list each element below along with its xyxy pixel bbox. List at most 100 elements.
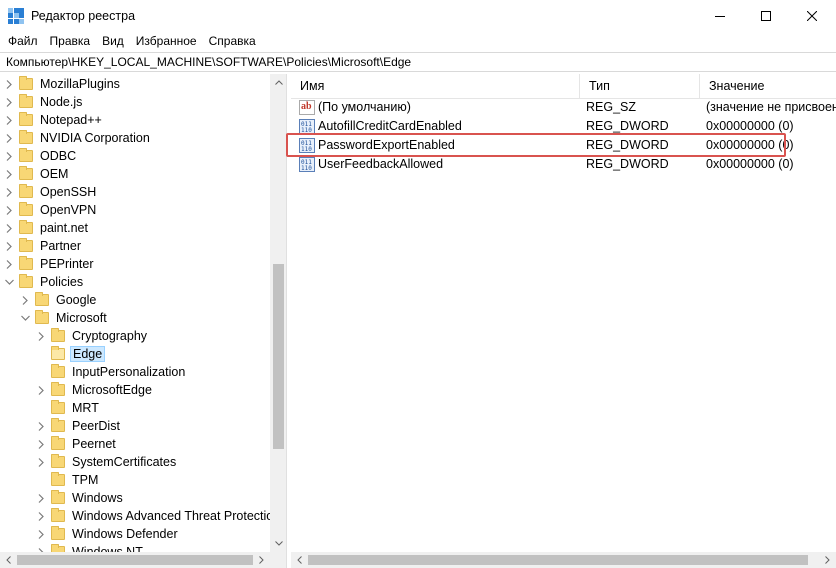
- menu-file[interactable]: Файл: [2, 31, 44, 51]
- tree-horizontal-scrollbar[interactable]: [0, 552, 270, 568]
- column-header-data[interactable]: Значение: [700, 74, 836, 98]
- value-type: REG_SZ: [586, 100, 637, 114]
- tree-item[interactable]: Peernet: [36, 435, 118, 453]
- tree-item[interactable]: PeerDist: [36, 417, 122, 435]
- close-button[interactable]: [789, 0, 835, 31]
- value-row[interactable]: 011 110 UserFeedbackAllowed REG_DWORD 0x0000…: [291, 155, 836, 174]
- tree-item[interactable]: Partner: [4, 237, 83, 255]
- tree-horizontal-scroll-thumb[interactable]: [17, 555, 253, 565]
- chevron-right-icon[interactable]: [4, 237, 14, 255]
- tree-item[interactable]: Windows Defender: [36, 525, 180, 543]
- values-horizontal-scroll-thumb[interactable]: [308, 555, 808, 565]
- scroll-left-icon[interactable]: [291, 552, 308, 568]
- expander-placeholder: [36, 363, 46, 381]
- chevron-right-icon[interactable]: [36, 381, 46, 399]
- chevron-right-icon[interactable]: [36, 435, 46, 453]
- tree-item-label: MRT: [72, 401, 99, 415]
- chevron-right-icon[interactable]: [36, 489, 46, 507]
- menu-edit[interactable]: Правка: [44, 31, 97, 51]
- tree-item[interactable]: NVIDIA Corporation: [4, 129, 152, 147]
- tree-item[interactable]: OEM: [4, 165, 70, 183]
- scroll-left-icon[interactable]: [0, 552, 17, 568]
- chevron-right-icon[interactable]: [4, 147, 14, 165]
- tree-item[interactable]: MicrosoftEdge: [36, 381, 154, 399]
- tree-item-label: Partner: [40, 239, 81, 253]
- tree-vertical-scrollbar[interactable]: [270, 74, 286, 552]
- tree-item-label: TPM: [72, 473, 99, 487]
- tree-item[interactable]: ODBC: [4, 147, 78, 165]
- tree-item[interactable]: MRT: [36, 399, 101, 417]
- scroll-up-icon[interactable]: [270, 74, 286, 91]
- title-bar: Редактор реестра: [0, 0, 836, 31]
- tree-item[interactable]: Node.js: [4, 93, 84, 111]
- chevron-right-icon[interactable]: [4, 111, 14, 129]
- chevron-right-icon[interactable]: [36, 507, 46, 525]
- chevron-right-icon[interactable]: [36, 327, 46, 345]
- value-row[interactable]: ab (По умолчанию) REG_SZ (значение не присв…: [291, 98, 836, 117]
- chevron-right-icon[interactable]: [36, 525, 46, 543]
- tree-item-label: Windows Advanced Threat Protection: [72, 509, 270, 523]
- scroll-right-icon[interactable]: [253, 552, 270, 568]
- tree-item[interactable]: PEPrinter: [4, 255, 96, 273]
- tree-item-label: Windows: [72, 491, 123, 505]
- folder-icon: [35, 292, 49, 306]
- tree-item[interactable]: OpenVPN: [4, 201, 98, 219]
- folder-icon: [51, 472, 65, 486]
- chevron-right-icon[interactable]: [4, 219, 14, 237]
- chevron-right-icon[interactable]: [20, 291, 30, 309]
- scroll-corner: [270, 552, 286, 568]
- address-bar[interactable]: Компьютер\HKEY_LOCAL_MACHINE\SOFTWARE\Po…: [0, 52, 836, 72]
- tree-item[interactable]: TPM: [36, 471, 100, 489]
- chevron-right-icon[interactable]: [4, 255, 14, 273]
- chevron-down-icon[interactable]: [20, 309, 30, 327]
- column-header-name[interactable]: Имя: [291, 74, 580, 98]
- chevron-right-icon[interactable]: [36, 417, 46, 435]
- maximize-button[interactable]: [743, 0, 789, 31]
- tree-item[interactable]: paint.net: [4, 219, 90, 237]
- folder-icon: [51, 436, 65, 450]
- value-name: UserFeedbackAllowed: [318, 157, 444, 171]
- folder-icon: [51, 454, 65, 468]
- scroll-down-icon[interactable]: [270, 535, 286, 552]
- chevron-down-icon[interactable]: [4, 273, 14, 291]
- chevron-right-icon[interactable]: [4, 183, 14, 201]
- chevron-right-icon[interactable]: [36, 543, 46, 552]
- tree-item[interactable]: SystemCertificates: [36, 453, 178, 471]
- tree-item[interactable]: Google: [20, 291, 98, 309]
- tree-item[interactable]: Policies: [4, 273, 85, 291]
- dword-value-icon: 011 110: [299, 119, 315, 134]
- tree-item-label: ODBC: [40, 149, 77, 163]
- tree-item[interactable]: Microsoft: [20, 309, 109, 327]
- expander-placeholder: [36, 399, 46, 417]
- minimize-button[interactable]: [697, 0, 743, 31]
- folder-icon: [51, 508, 65, 522]
- values-pane: Имя Тип Значение ab (По умолчанию) REG_SZ (…: [286, 74, 836, 568]
- tree-item[interactable]: MozillaPlugins: [4, 75, 122, 93]
- tree-item[interactable]: Windows Advanced Threat Protection: [36, 507, 270, 525]
- tree-item[interactable]: InputPersonalization: [36, 363, 187, 381]
- value-row[interactable]: 011 110 PasswordExportEnabled REG_DWORD 0x00…: [286, 133, 836, 157]
- menu-help[interactable]: Справка: [203, 31, 262, 51]
- tree-item[interactable]: OpenSSH: [4, 183, 98, 201]
- column-header-type[interactable]: Тип: [580, 74, 700, 98]
- tree-item-label: PeerDist: [72, 419, 120, 433]
- tree-item-label: OpenVPN: [40, 203, 97, 217]
- tree-item[interactable]: Windows NT: [36, 543, 145, 552]
- menu-view[interactable]: Вид: [96, 31, 130, 51]
- tree-item[interactable]: Notepad++: [4, 111, 104, 129]
- tree-item[interactable]: Edge: [36, 345, 106, 363]
- chevron-right-icon[interactable]: [4, 201, 14, 219]
- values-horizontal-scrollbar[interactable]: [291, 552, 836, 568]
- chevron-right-icon[interactable]: [36, 453, 46, 471]
- chevron-right-icon[interactable]: [4, 129, 14, 147]
- menu-favorites[interactable]: Избранное: [130, 31, 203, 51]
- tree-item[interactable]: Cryptography: [36, 327, 149, 345]
- tree-vertical-scroll-thumb[interactable]: [273, 264, 284, 449]
- tree-item-label: OpenSSH: [40, 185, 97, 199]
- chevron-right-icon[interactable]: [4, 165, 14, 183]
- chevron-right-icon[interactable]: [4, 75, 14, 93]
- tree-item[interactable]: Windows: [36, 489, 125, 507]
- scroll-right-icon[interactable]: [819, 552, 836, 568]
- chevron-right-icon[interactable]: [4, 93, 14, 111]
- folder-icon: [51, 400, 65, 414]
